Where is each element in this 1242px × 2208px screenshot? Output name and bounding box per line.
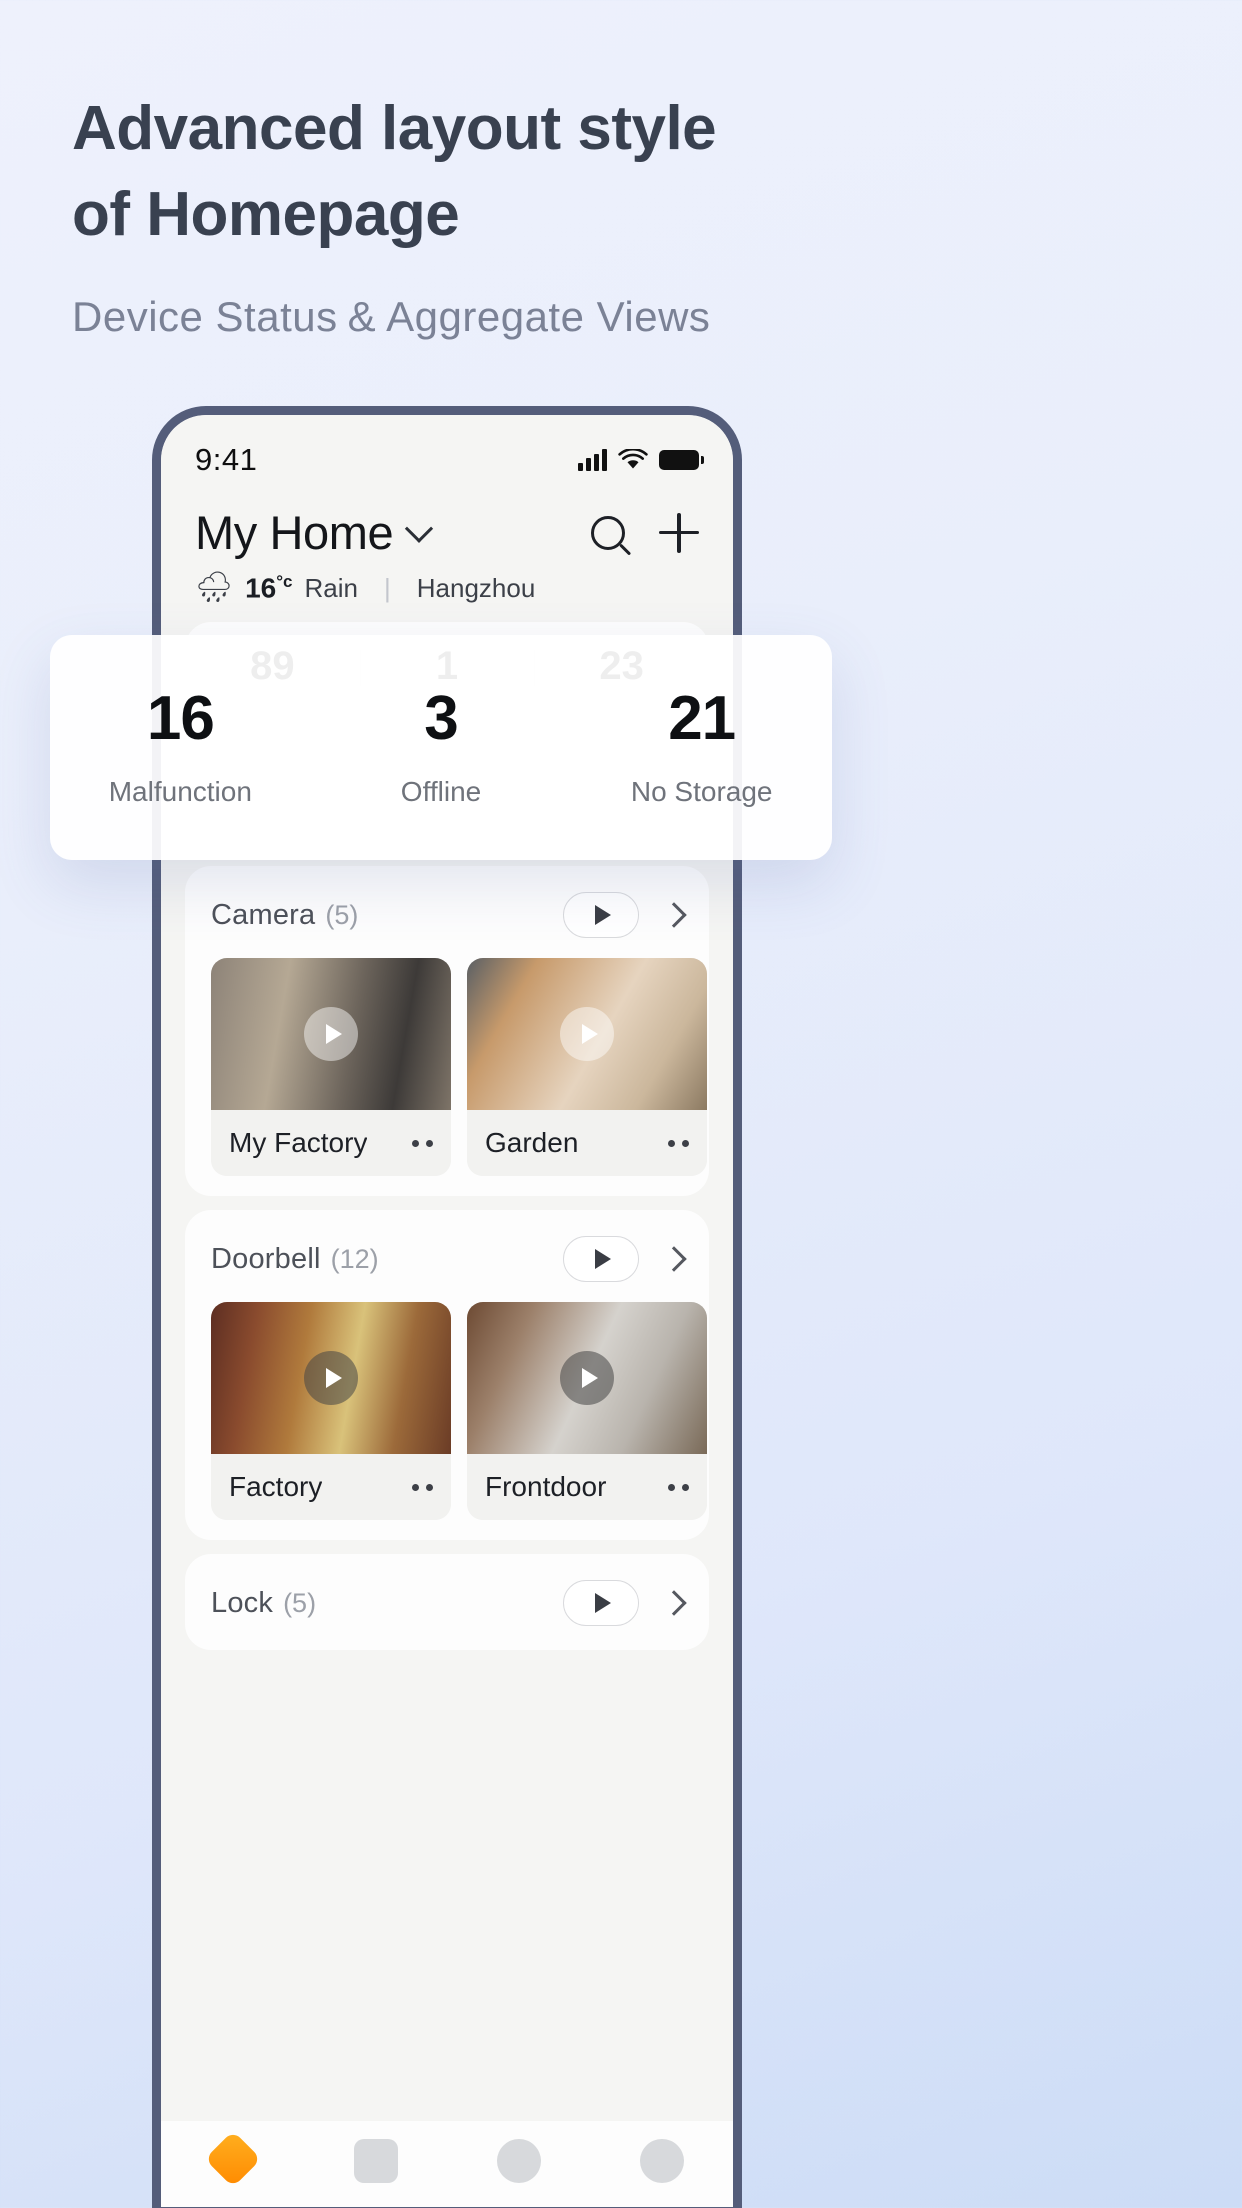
overlay-stat-label: Offline <box>400 775 482 807</box>
page-title: Advanced layout style of Homepage <box>72 94 717 249</box>
overlay-stat-label: No Storage <box>630 775 773 807</box>
chevron-down-icon[interactable] <box>405 514 434 543</box>
chevron-right-icon[interactable] <box>661 1590 687 1617</box>
device-name: My Factory <box>229 1127 368 1159</box>
header-actions <box>591 512 699 553</box>
device-name: Garden <box>485 1127 579 1159</box>
nav-item-smart[interactable] <box>447 2139 590 2183</box>
weather-condition: Rain <box>304 572 358 603</box>
scene-icon <box>353 2139 398 2183</box>
promo-block: Advanced layout style of Homepage Device… <box>72 86 1072 341</box>
subtitle-left: Device Status <box>72 293 338 341</box>
nav-item-profile[interactable] <box>590 2139 733 2183</box>
more-dots-icon[interactable] <box>668 1483 689 1491</box>
status-icons <box>578 448 704 472</box>
overlay-stat-value: 21 <box>668 683 736 753</box>
play-all-button[interactable] <box>563 1236 639 1283</box>
battery-full-icon <box>659 450 704 470</box>
play-icon <box>595 905 611 926</box>
more-dots-icon[interactable] <box>412 1139 433 1147</box>
home-icon <box>204 2130 261 2188</box>
nav-item-home[interactable] <box>161 2130 304 2188</box>
subtitle-ampersand: & <box>347 293 377 341</box>
play-circle-icon[interactable] <box>560 1351 614 1406</box>
more-dots-icon[interactable] <box>412 1483 433 1491</box>
play-circle-icon[interactable] <box>304 1007 358 1062</box>
camera-thumbnail[interactable] <box>467 958 707 1111</box>
section-title: Lock <box>211 1586 274 1619</box>
overlay-stat-offline[interactable]: 3 Offline <box>311 683 572 808</box>
home-selector[interactable]: My Home <box>195 505 434 560</box>
subtitle-right: Aggregate Views <box>386 293 711 341</box>
nav-item-scene[interactable] <box>304 2139 447 2183</box>
play-icon <box>595 1249 611 1270</box>
weather-separator: | <box>384 572 391 603</box>
status-bar: 9:41 <box>161 415 733 491</box>
cloud-rain-moon-icon: 🌧 <box>195 571 234 605</box>
device-tile[interactable]: Garden <box>467 958 707 1177</box>
doorbell-thumbnail[interactable] <box>467 1302 707 1455</box>
chevron-right-icon[interactable] <box>661 1246 687 1273</box>
wifi-icon <box>618 448 648 468</box>
play-all-button[interactable] <box>563 1580 639 1627</box>
overlay-stat-malfunction[interactable]: 16 Malfunction <box>50 683 311 808</box>
weather-unit: °c <box>276 572 293 591</box>
weather-bar[interactable]: 🌧 16°c Rain | Hangzhou <box>161 560 733 604</box>
chevron-right-icon[interactable] <box>661 902 687 929</box>
smart-icon <box>496 2139 541 2183</box>
weather-city: Hangzhou <box>416 572 536 603</box>
status-time: 9:41 <box>195 442 258 477</box>
device-status-overlay-card: 16 Malfunction 3 Offline 21 No Storage <box>50 635 832 860</box>
device-tile-row[interactable]: Factory Frontdoor <box>185 1286 709 1521</box>
section-camera: Camera (5) My Factory Garden <box>185 866 709 1197</box>
device-name: Factory <box>229 1471 323 1503</box>
profile-icon <box>639 2139 684 2183</box>
doorbell-thumbnail[interactable] <box>211 1302 451 1455</box>
device-tile[interactable]: Factory <box>211 1302 451 1521</box>
play-circle-icon[interactable] <box>304 1351 358 1406</box>
cellular-signal-icon <box>578 449 607 471</box>
bottom-nav <box>161 2121 733 2207</box>
device-name: Frontdoor <box>485 1471 607 1503</box>
section-count: (5) <box>325 899 359 930</box>
overlay-stat-no-storage[interactable]: 21 No Storage <box>571 683 832 808</box>
overlay-stat-value: 3 <box>424 683 458 753</box>
section-header: Doorbell (12) <box>185 1232 709 1286</box>
section-title: Camera <box>211 898 316 931</box>
home-name: My Home <box>195 506 394 559</box>
page-subtitle: Device Status & Aggregate Views <box>72 293 1072 341</box>
search-icon[interactable] <box>591 515 625 550</box>
device-tile-row[interactable]: My Factory Garden <box>185 942 709 1177</box>
overlay-stat-label: Malfunction <box>108 775 252 807</box>
home-header: My Home <box>161 491 733 560</box>
section-title: Doorbell <box>211 1242 321 1275</box>
section-lock: Lock (5) <box>185 1554 709 1651</box>
section-header: Lock (5) <box>185 1576 709 1630</box>
weather-temperature: 16°c <box>245 572 293 604</box>
play-icon <box>595 1593 611 1614</box>
device-tile[interactable]: My Factory <box>211 958 451 1177</box>
more-dots-icon[interactable] <box>668 1139 689 1147</box>
device-tile-footer: Factory <box>211 1454 451 1521</box>
play-all-button[interactable] <box>563 892 639 939</box>
device-tile-footer: Frontdoor <box>467 1454 707 1521</box>
overlay-stat-value: 16 <box>146 683 215 753</box>
play-circle-icon[interactable] <box>560 1007 614 1062</box>
plus-icon[interactable] <box>659 512 699 553</box>
section-header: Camera (5) <box>185 888 709 942</box>
device-tile[interactable]: Frontdoor <box>467 1302 707 1521</box>
section-count: (12) <box>330 1243 379 1274</box>
device-tile-footer: Garden <box>467 1110 707 1177</box>
camera-thumbnail[interactable] <box>211 958 451 1111</box>
device-tile-footer: My Factory <box>211 1110 451 1177</box>
section-count: (5) <box>283 1587 317 1618</box>
section-doorbell: Doorbell (12) Factory Frontdoor <box>185 1210 709 1541</box>
